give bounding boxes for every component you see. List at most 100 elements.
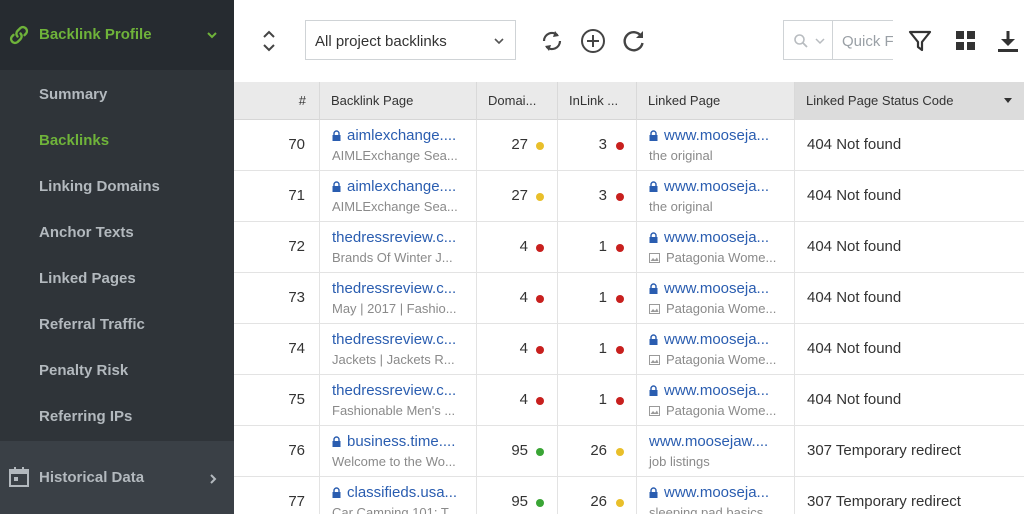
image-icon <box>649 406 660 416</box>
add-circle-icon[interactable] <box>579 27 607 55</box>
sidebar-item-summary[interactable]: Summary <box>39 86 107 103</box>
cell-number: 77 <box>234 477 320 514</box>
backlink-page-link[interactable]: classifieds.usa... <box>332 484 457 501</box>
backlink-page-link[interactable]: aimlexchange.... <box>332 127 456 144</box>
column-header-number[interactable]: # <box>234 82 320 120</box>
inlink-status-dot <box>616 397 624 405</box>
backlink-page-link[interactable]: business.time.... <box>332 433 455 450</box>
filter-icon[interactable] <box>906 27 934 55</box>
sidebar-item-referral-traffic[interactable]: Referral Traffic <box>39 316 145 333</box>
column-header-status-code[interactable]: Linked Page Status Code <box>795 82 1024 120</box>
table-header: # Backlink Page Domai... InLink ... Link… <box>234 82 1024 120</box>
cell-status-code: 307 Temporary redirect <box>795 426 1024 477</box>
cell-number: 71 <box>234 171 320 222</box>
inlink-score: 3 <box>598 187 607 204</box>
sidebar-item-linking-domains[interactable]: Linking Domains <box>39 178 160 195</box>
linked-page-link[interactable]: www.mooseja... <box>649 484 769 501</box>
quick-filter-box[interactable]: Quick F <box>783 20 893 60</box>
column-header-linked-page[interactable]: Linked Page <box>637 82 795 120</box>
status-code: 404 Not found <box>807 391 902 408</box>
lock-icon <box>332 181 341 192</box>
cell-linked-page: www.moosejaw.... job listings <box>637 426 795 477</box>
inlink-status-dot <box>616 244 624 252</box>
linked-page-title: Patagonia Wome... <box>649 301 776 316</box>
backlink-page-link[interactable]: aimlexchange.... <box>332 178 456 195</box>
linked-page-link[interactable]: www.mooseja... <box>649 382 769 399</box>
column-header-inlink[interactable]: InLink ... <box>558 82 637 120</box>
table-row[interactable]: 75 thedressreview.c... Fashionable Men's .… <box>234 375 1024 426</box>
backlink-page-link[interactable]: thedressreview.c... <box>332 382 456 399</box>
linked-page-title: the original <box>649 148 713 163</box>
section-header-historical-data[interactable]: Historical Data <box>0 441 234 514</box>
domain-status-dot <box>536 346 544 354</box>
sidebar-item-penalty-risk[interactable]: Penalty Risk <box>39 362 128 379</box>
table-row[interactable]: 74 thedressreview.c... Jackets | Jackets R… <box>234 324 1024 375</box>
linked-page-link[interactable]: www.mooseja... <box>649 178 769 195</box>
linked-page-url: www.mooseja... <box>664 331 770 348</box>
backlink-page-link[interactable]: thedressreview.c... <box>332 280 456 297</box>
inlink-score: 1 <box>598 391 607 408</box>
linked-page-link[interactable]: www.mooseja... <box>649 331 769 348</box>
table-row[interactable]: 73 thedressreview.c... May | 2017 | Fashio… <box>234 273 1024 324</box>
image-icon <box>649 304 660 314</box>
cell-backlink-page: thedressreview.c... Fashionable Men's ... <box>320 375 477 426</box>
backlink-page-url: classifieds.usa... <box>347 484 458 501</box>
lock-icon <box>332 487 341 498</box>
table-row[interactable]: 70 aimlexchange.... AIMLExchange Sea... 27 3… <box>234 120 1024 171</box>
backlink-page-title: Jackets | Jackets R... <box>332 352 455 367</box>
status-code: 404 Not found <box>807 187 902 204</box>
backlink-page-title: Car Camping 101: T... <box>332 505 459 514</box>
section-header-backlink-profile[interactable]: Backlink Profile <box>0 0 234 70</box>
backlink-page-title: May | 2017 | Fashio... <box>332 301 457 316</box>
backlink-page-title: Welcome to the Wo... <box>332 454 456 469</box>
backlink-filter-value: All project backlinks <box>315 33 447 50</box>
linked-page-link[interactable]: www.mooseja... <box>649 127 769 144</box>
grid-view-icon[interactable] <box>952 27 980 55</box>
inlink-score: 1 <box>598 289 607 306</box>
download-icon[interactable] <box>994 27 1022 55</box>
cell-inlink: 1 <box>558 375 637 426</box>
inlink-score: 3 <box>598 136 607 153</box>
row-number: 75 <box>288 391 305 408</box>
backlink-page-link[interactable]: thedressreview.c... <box>332 331 456 348</box>
backlink-filter-select[interactable]: All project backlinks <box>305 20 516 60</box>
backlink-page-title: AIMLExchange Sea... <box>332 199 458 214</box>
table-row[interactable]: 77 classifieds.usa... Car Camping 101: T..… <box>234 477 1024 514</box>
refresh-icon[interactable] <box>620 27 648 55</box>
linked-page-title-text: Patagonia Wome... <box>666 403 777 418</box>
linked-page-link[interactable]: www.mooseja... <box>649 280 769 297</box>
status-code: 404 Not found <box>807 136 902 153</box>
row-number: 77 <box>288 493 305 510</box>
cell-domain: 95 <box>477 477 558 514</box>
linked-page-link[interactable]: www.moosejaw.... <box>649 433 768 450</box>
domain-status-dot <box>536 244 544 252</box>
domain-score: 27 <box>511 136 528 153</box>
table-row[interactable]: 76 business.time.... Welcome to the Wo... 9… <box>234 426 1024 477</box>
image-icon <box>649 355 660 365</box>
sidebar-item-backlinks[interactable]: Backlinks <box>39 132 109 149</box>
inlink-status-dot <box>616 193 624 201</box>
backlink-page-url: aimlexchange.... <box>347 178 457 195</box>
sidebar-item-anchor-texts[interactable]: Anchor Texts <box>39 224 134 241</box>
sidebar-item-linked-pages[interactable]: Linked Pages <box>39 270 136 287</box>
sidebar-item-referring-ips[interactable]: Referring IPs <box>39 408 132 425</box>
cell-number: 74 <box>234 324 320 375</box>
lock-icon <box>649 283 658 294</box>
quick-filter-input[interactable]: Quick F <box>842 33 893 50</box>
table-row[interactable]: 72 thedressreview.c... Brands Of Winter J.… <box>234 222 1024 273</box>
cell-backlink-page: aimlexchange.... AIMLExchange Sea... <box>320 171 477 222</box>
cell-inlink: 1 <box>558 222 637 273</box>
column-header-label: InLink ... <box>569 93 619 108</box>
linked-page-link[interactable]: www.mooseja... <box>649 229 769 246</box>
row-number: 74 <box>288 340 305 357</box>
table-row[interactable]: 71 aimlexchange.... AIMLExchange Sea... 27 3… <box>234 171 1024 222</box>
column-header-backlink-page[interactable]: Backlink Page <box>320 82 477 120</box>
lock-icon <box>332 130 341 141</box>
linked-page-url: www.mooseja... <box>664 280 770 297</box>
expand-collapse-icon[interactable] <box>260 27 278 55</box>
backlink-page-link[interactable]: thedressreview.c... <box>332 229 456 246</box>
domain-score: 95 <box>511 442 528 459</box>
column-header-domain[interactable]: Domai... <box>477 82 558 120</box>
cell-linked-page: www.mooseja... the original <box>637 171 795 222</box>
sync-icon[interactable] <box>538 27 566 55</box>
